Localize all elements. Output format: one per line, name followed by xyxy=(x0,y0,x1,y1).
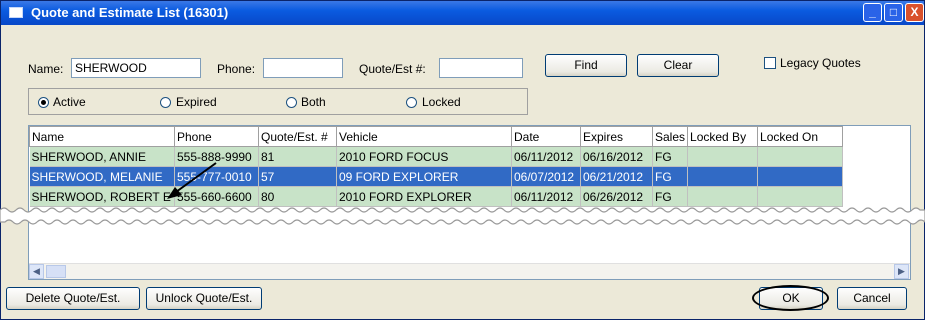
window-icon xyxy=(9,7,23,18)
radio-locked-label: Locked xyxy=(422,95,461,109)
close-button[interactable]: X xyxy=(905,3,924,22)
table-cell: 06/21/2012 xyxy=(580,166,653,187)
radio-active-label: Active xyxy=(53,95,86,109)
delete-quote-button[interactable]: Delete Quote/Est. xyxy=(6,287,140,310)
table-cell: 09 FORD EXPLORER xyxy=(336,166,512,187)
radio-expired-label: Expired xyxy=(176,95,217,109)
table-cell: 57 xyxy=(258,166,337,187)
table-cell xyxy=(757,146,844,167)
table-cell: 2010 FORD FOCUS xyxy=(336,146,512,167)
window-title: Quote and Estimate List (16301) xyxy=(31,5,229,20)
column-header[interactable]: Sales xyxy=(651,126,689,147)
table-cell: 06/16/2012 xyxy=(580,146,653,167)
name-input[interactable]: SHERWOOD xyxy=(71,58,201,78)
quote-number-input[interactable] xyxy=(439,58,523,78)
ok-highlight-oval xyxy=(752,285,829,311)
unlock-quote-button[interactable]: Unlock Quote/Est. xyxy=(146,287,262,310)
legacy-quotes-label: Legacy Quotes xyxy=(780,56,861,70)
scroll-right-icon[interactable]: ▶ xyxy=(894,264,909,279)
title-bar[interactable]: Quote and Estimate List (16301) _ □ X xyxy=(1,1,924,25)
column-header[interactable]: Locked On xyxy=(757,126,844,147)
table-cell: FG xyxy=(652,166,689,187)
clear-button[interactable]: Clear xyxy=(637,54,719,77)
column-header[interactable]: Quote/Est. # xyxy=(258,126,337,147)
quote-number-label: Quote/Est #: xyxy=(359,62,426,76)
quote-estimate-window: Quote and Estimate List (16301) _ □ X Na… xyxy=(0,0,925,320)
annotation-arrow-icon xyxy=(167,162,217,199)
scroll-left-icon[interactable]: ◀ xyxy=(29,264,44,279)
table-cell: 06/07/2012 xyxy=(511,166,581,187)
column-header[interactable]: Phone xyxy=(174,126,259,147)
column-header[interactable]: Name xyxy=(29,126,175,147)
cancel-button[interactable]: Cancel xyxy=(837,287,907,310)
table-cell: FG xyxy=(652,146,689,167)
radio-both-label: Both xyxy=(301,95,326,109)
status-filter-group: Active Expired Both Locked xyxy=(28,88,528,115)
radio-both[interactable] xyxy=(286,97,297,108)
horizontal-scrollbar[interactable]: ◀ ▶ xyxy=(29,263,910,279)
name-label: Name: xyxy=(28,62,64,76)
phone-label: Phone: xyxy=(217,62,256,76)
table-cell xyxy=(757,166,844,187)
radio-active[interactable] xyxy=(38,97,49,108)
column-header[interactable]: Vehicle xyxy=(336,126,512,147)
find-button[interactable]: Find xyxy=(545,54,627,77)
radio-expired[interactable] xyxy=(160,97,171,108)
table-cell xyxy=(687,146,759,167)
column-header[interactable]: Locked By xyxy=(687,126,759,147)
table-header-row: Name Phone Quote/Est. # Vehicle Date Exp… xyxy=(29,126,844,147)
radio-locked[interactable] xyxy=(406,97,417,108)
table-cell: 06/11/2012 xyxy=(511,146,581,167)
legacy-quotes-checkbox[interactable] xyxy=(764,57,776,69)
table-cell xyxy=(687,166,759,187)
table-cell: 81 xyxy=(258,146,337,167)
maximize-button[interactable]: □ xyxy=(884,3,903,22)
column-header[interactable]: Expires xyxy=(580,126,653,147)
torn-edge-divider xyxy=(0,207,925,225)
scroll-thumb[interactable] xyxy=(46,265,66,278)
column-header[interactable]: Date xyxy=(511,126,581,147)
minimize-button[interactable]: _ xyxy=(863,3,882,22)
phone-input[interactable] xyxy=(263,58,343,78)
